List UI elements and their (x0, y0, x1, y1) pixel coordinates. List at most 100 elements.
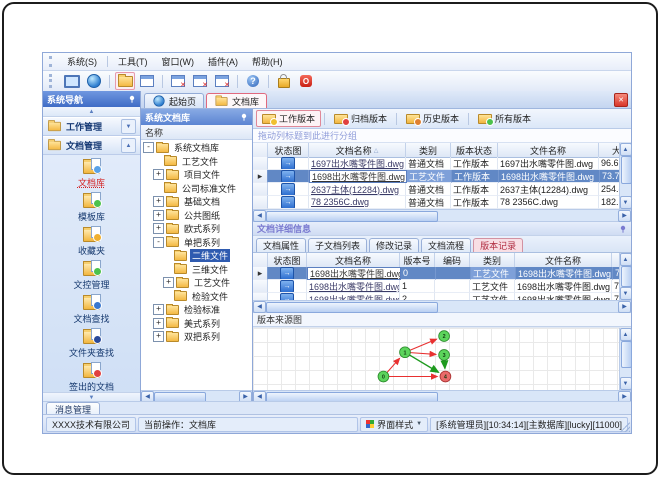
sidebar-item-2[interactable]: 模板库 (48, 192, 135, 223)
sidebar-item-5[interactable]: 文档查找 (48, 294, 135, 325)
tab-document-library[interactable]: 文档库 (206, 93, 268, 108)
lock-button[interactable] (274, 72, 294, 90)
document-link[interactable]: 1698出水嘴零件图.dwg (309, 280, 399, 292)
document-link[interactable]: 2637主体(12284).dwg (311, 183, 399, 195)
version-node-0[interactable]: 0 (377, 370, 390, 383)
column-header-4[interactable]: 版本状态 (451, 143, 498, 158)
version-filter-2[interactable]: 归档版本 (328, 110, 393, 127)
column-header-2[interactable]: 文档名称 △ (309, 143, 406, 158)
expand-icon[interactable]: + (153, 304, 164, 316)
document-link[interactable]: 78 2356C.dwg (311, 197, 369, 207)
expand-icon[interactable]: + (153, 209, 164, 221)
tree-column-header[interactable]: 名称 (141, 125, 252, 140)
column-header-3[interactable]: 类别 (406, 143, 451, 158)
document-link[interactable]: 1698出水嘴零件图.dwg (312, 171, 405, 182)
pin-icon[interactable] (619, 225, 627, 233)
scroll-thumb[interactable] (266, 211, 439, 222)
version-filter-1[interactable]: 工作版本 (256, 110, 322, 127)
version-graph-canvas[interactable]: 0 1 2 3 4 (253, 328, 619, 390)
version-node-1[interactable]: 1 (399, 346, 411, 359)
column-header-6[interactable]: 文件名称 (515, 253, 612, 268)
scroll-down-icon[interactable]: ▼ (619, 287, 632, 300)
version-filter-4[interactable]: 所有版本 (472, 110, 537, 127)
chevron-up-icon[interactable]: ▲ (121, 138, 136, 153)
tree-node-8[interactable]: - 单把系列 (141, 236, 252, 250)
tree-node-5[interactable]: + 基础文档 (141, 195, 252, 209)
window-list-button[interactable] (137, 72, 157, 90)
scroll-left-icon[interactable]: ◀ (253, 300, 266, 313)
tree-node-11[interactable]: + 工艺文件 (141, 276, 252, 290)
column-header-1[interactable]: 状态图 (268, 143, 309, 158)
column-header-4[interactable]: 编码 (435, 253, 470, 268)
tree-node-4[interactable]: 公司标准文件 (141, 182, 252, 196)
grid-row-3[interactable]: →1698出水嘴零件图.dwg2工艺文件1698出水嘴零件图.dwg73.00K… (253, 293, 619, 300)
scroll-thumb[interactable] (621, 341, 632, 368)
expand-icon[interactable]: + (153, 223, 164, 235)
tab-start-page[interactable]: 起始页 (144, 93, 205, 108)
document-link[interactable]: 1697出水嘴零件图.dwg (311, 157, 404, 169)
tree-node-2[interactable]: 工艺文件 (141, 155, 252, 169)
tree-node-3[interactable]: + 项目文件 (141, 168, 252, 182)
help-button[interactable]: ? (243, 72, 263, 90)
pin-icon[interactable] (128, 95, 136, 103)
expand-icon[interactable]: + (153, 317, 164, 329)
scroll-thumb[interactable] (266, 302, 439, 313)
close-other-windows-button[interactable] (190, 72, 210, 90)
scroll-up-icon[interactable]: ▲ (619, 143, 632, 156)
scroll-right-icon[interactable]: ▶ (618, 209, 631, 222)
globe-button[interactable] (84, 72, 104, 90)
menu-item-3[interactable]: 窗口(W) (155, 54, 202, 69)
column-header-7[interactable]: 大小 (612, 253, 619, 268)
sidebar-section-1[interactable]: 工作管理 ▼ (43, 117, 140, 136)
scroll-up-icon[interactable]: ▲ (619, 253, 632, 266)
sidebar-item-3[interactable]: 收藏夹 (48, 226, 135, 257)
tree-node-12[interactable]: 检验文件 (141, 290, 252, 304)
document-link[interactable]: 1698出水嘴零件图.dwg (310, 268, 400, 279)
menu-item-5[interactable]: 帮助(H) (245, 54, 290, 69)
scroll-down-icon[interactable]: ▼ (619, 196, 632, 209)
tree-node-13[interactable]: + 检验标准 (141, 303, 252, 317)
expand-icon[interactable]: + (163, 277, 174, 289)
close-all-windows-button[interactable] (212, 72, 232, 90)
collapse-icon[interactable]: - (153, 236, 164, 248)
grid-row-1[interactable]: ▸→1698出水嘴零件图.dwg0工艺文件1698出水嘴零件图.dwg73.00… (253, 267, 619, 280)
version-node-2[interactable]: 2 (438, 330, 450, 342)
menu-item-2[interactable]: 工具(T) (111, 54, 155, 69)
sidebar-item-7[interactable]: 签出的文档 (48, 362, 135, 392)
version-node-4[interactable]: 4 (439, 370, 452, 383)
tree-node-7[interactable]: + 欧式系列 (141, 222, 252, 236)
detail-tab-4[interactable]: 文档流程 (421, 238, 472, 252)
tree-node-10[interactable]: 三维文件 (141, 263, 252, 277)
scroll-thumb[interactable] (621, 266, 632, 287)
detail-tab-3[interactable]: 修改记录 (369, 238, 420, 252)
document-grid-hscrollbar[interactable]: ◀ ▶ (253, 209, 631, 222)
collapse-icon[interactable]: - (143, 142, 154, 154)
column-header-5[interactable]: 文件名称 (498, 143, 599, 158)
version-node-3[interactable]: 3 (438, 349, 450, 361)
column-header-3[interactable]: 版本号 (400, 253, 435, 268)
column-header-6[interactable]: 大小 (599, 143, 619, 158)
ui-style-selector[interactable]: 界面样式 ▼ (360, 416, 429, 432)
scroll-right-icon[interactable]: ▶ (618, 300, 631, 313)
documents-folder-button[interactable] (115, 72, 135, 90)
grid-row-4[interactable]: →78 2356C.dwg普通文档工作版本78 2356C.dwg182.15K… (253, 196, 619, 209)
version-grid-hscrollbar[interactable]: ◀ ▶ (253, 300, 631, 313)
tree-node-9[interactable]: 二维文件 (141, 249, 252, 263)
sidebar-item-1[interactable]: 文档库 (48, 158, 135, 189)
expand-icon[interactable]: + (153, 196, 164, 208)
document-grid-vscrollbar[interactable]: ▲ ▼ (619, 143, 632, 209)
desktop-button[interactable] (62, 72, 82, 90)
version-grid-vscrollbar[interactable]: ▲ ▼ (619, 253, 632, 300)
tree-node-1[interactable]: - 系统文档库 (141, 141, 252, 155)
sidebar-item-6[interactable]: 文件夹查找 (48, 328, 135, 359)
scroll-left-icon[interactable]: ◀ (253, 209, 266, 222)
exit-button[interactable]: O (296, 72, 316, 90)
tree-node-6[interactable]: + 公共图纸 (141, 209, 252, 223)
column-header-2[interactable]: 文档名称 (307, 253, 400, 268)
graph-vscrollbar[interactable]: ▲ ▼ (619, 328, 632, 390)
grid-row-1[interactable]: → 1697出水嘴零件图.dwg 普通文档 工作版本 1697出水嘴零件图.dwg 96.… (253, 157, 619, 170)
expand-icon[interactable]: + (153, 169, 164, 181)
sidebar-section-2[interactable]: 文档管理 ▲ (43, 136, 140, 155)
scroll-down-icon[interactable]: ▼ (619, 377, 632, 390)
grid-row-3[interactable]: → 2637主体(12284).dwg 普通文档 工作版本 2637主体(12284).… (253, 183, 619, 196)
